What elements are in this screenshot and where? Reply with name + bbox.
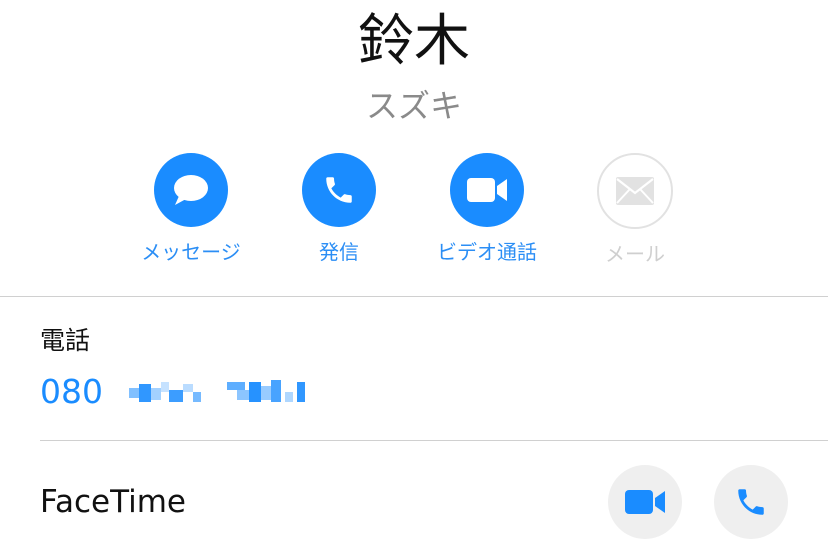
video-camera-icon bbox=[467, 178, 507, 202]
phone-field-label: 電話 bbox=[40, 326, 91, 355]
mail-action-circle[interactable] bbox=[597, 153, 673, 229]
section-divider bbox=[0, 296, 828, 297]
facetime-video-button[interactable] bbox=[608, 465, 682, 539]
video-call-action-label: ビデオ通話 bbox=[437, 240, 537, 264]
phone-icon bbox=[326, 177, 352, 203]
redacted-number-block bbox=[227, 380, 307, 404]
message-action-circle[interactable] bbox=[154, 153, 228, 227]
phone-number-link[interactable]: 080 bbox=[40, 372, 307, 412]
call-action-circle[interactable] bbox=[302, 153, 376, 227]
mail-action-button[interactable]: メール bbox=[565, 153, 705, 267]
call-action-button[interactable]: 発信 bbox=[269, 153, 409, 265]
call-action-label: 発信 bbox=[319, 240, 359, 264]
video-call-action-circle[interactable] bbox=[450, 153, 524, 227]
video-call-action-button[interactable]: ビデオ通話 bbox=[417, 153, 557, 265]
phone-number-prefix: 080 bbox=[40, 372, 103, 411]
contact-phonetic-name: スズキ bbox=[365, 87, 462, 125]
contact-name: 鈴木 bbox=[358, 9, 470, 74]
message-action-label: メッセージ bbox=[141, 240, 241, 264]
facetime-audio-button[interactable] bbox=[714, 465, 788, 539]
row-divider bbox=[40, 440, 828, 441]
message-action-button[interactable]: メッセージ bbox=[121, 153, 261, 265]
message-bubble-icon bbox=[174, 175, 208, 205]
mail-action-label: メール bbox=[605, 242, 665, 266]
video-camera-icon bbox=[625, 490, 665, 514]
phone-icon bbox=[738, 489, 764, 515]
mail-envelope-icon bbox=[616, 177, 654, 205]
facetime-label: FaceTime bbox=[40, 484, 186, 520]
redacted-number-block bbox=[129, 380, 201, 404]
